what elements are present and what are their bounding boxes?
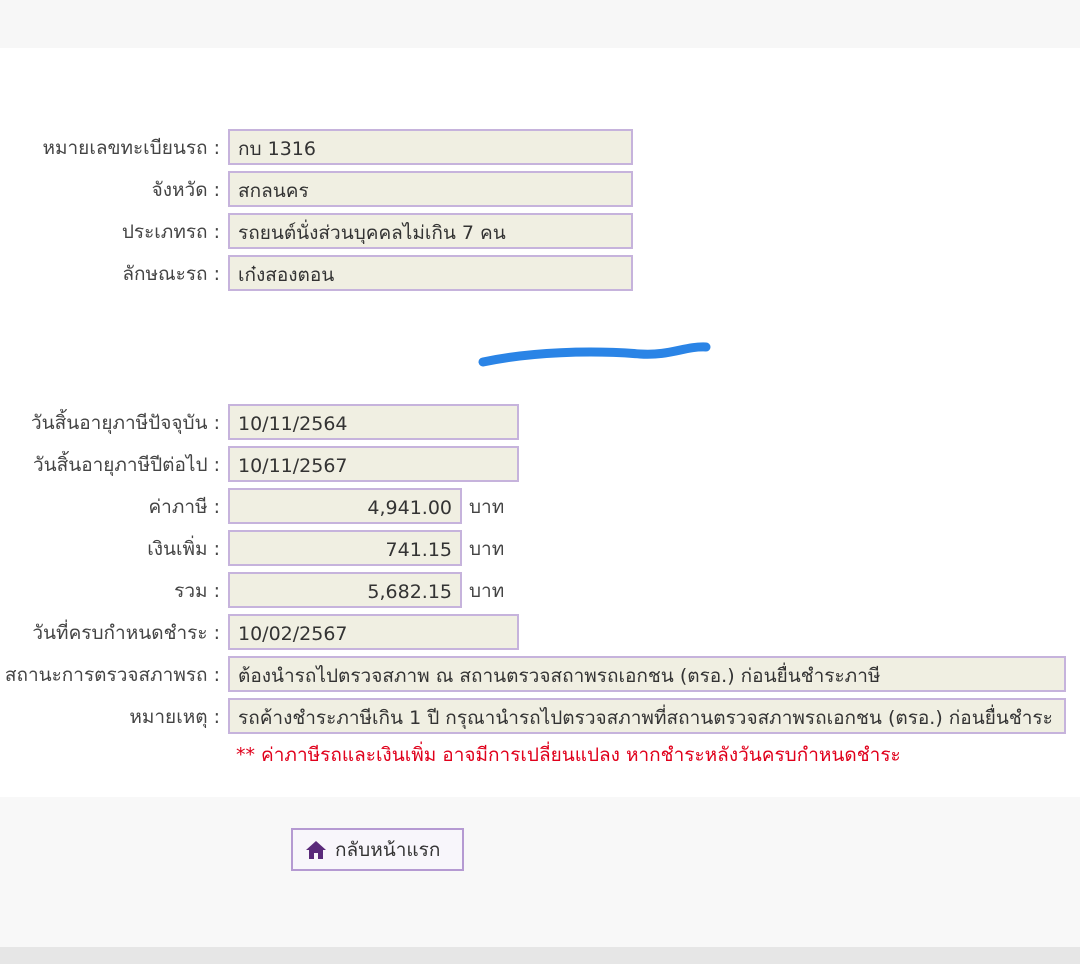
remark-label: หมายเหตุ :	[129, 706, 220, 728]
bottom-strip	[0, 947, 1080, 964]
body-type-label: ลักษณะรถ :	[122, 263, 220, 285]
plate-label: หมายเลขทะเบียนรถ :	[42, 137, 220, 159]
inspection-status-label: สถานะการตรวจสภาพรถ :	[4, 664, 220, 686]
redaction-scribble	[478, 342, 711, 367]
vehicle-type-field[interactable]: รถยนต์นั่งส่วนบุคคลไม่เกิน 7 คน	[228, 213, 633, 249]
province-field[interactable]: สกลนคร	[228, 171, 633, 207]
body-type-field[interactable]: เก๋งสองตอน	[228, 255, 633, 291]
remark-field[interactable]: รถค้างชำระภาษีเกิน 1 ปี กรุณานำรถไปตรวจส…	[228, 698, 1066, 734]
tax-amount-label: ค่าภาษี :	[148, 496, 220, 518]
total-label: รวม :	[174, 580, 220, 602]
surcharge-unit: บาท	[469, 538, 505, 560]
tax-amount-field[interactable]: 4,941.00	[228, 488, 462, 524]
plate-field[interactable]: กบ 1316	[228, 129, 633, 165]
current-expiry-label: วันสิ้นอายุภาษีปัจจุบัน :	[31, 412, 220, 434]
due-date-label: วันที่ครบกำหนดชำระ :	[32, 622, 220, 644]
total-unit: บาท	[469, 580, 505, 602]
inspection-status-field[interactable]: ต้องนำรถไปตรวจสภาพ ณ สถานตรวจสถาพรถเอกชน…	[228, 656, 1066, 692]
total-field[interactable]: 5,682.15	[228, 572, 462, 608]
province-label: จังหวัด :	[151, 179, 220, 201]
surcharge-field[interactable]: 741.15	[228, 530, 462, 566]
tax-amount-unit: บาท	[469, 496, 505, 518]
footer-area	[0, 797, 1080, 947]
top-band	[0, 0, 1080, 48]
home-icon	[306, 840, 326, 859]
home-button[interactable]: กลับหน้าแรก	[291, 828, 464, 871]
due-date-field[interactable]: 10/02/2567	[228, 614, 519, 650]
current-expiry-field[interactable]: 10/11/2564	[228, 404, 519, 440]
next-expiry-field[interactable]: 10/11/2567	[228, 446, 519, 482]
fee-change-warning: ** ค่าภาษีรถและเงินเพิ่ม อาจมีการเปลี่ยน…	[236, 744, 901, 766]
next-expiry-label: วันสิ้นอายุภาษีปีต่อไป :	[32, 454, 220, 476]
surcharge-label: เงินเพิ่ม :	[147, 538, 220, 560]
vehicle-type-label: ประเภทรถ :	[121, 221, 220, 243]
home-button-label: กลับหน้าแรก	[335, 838, 441, 861]
